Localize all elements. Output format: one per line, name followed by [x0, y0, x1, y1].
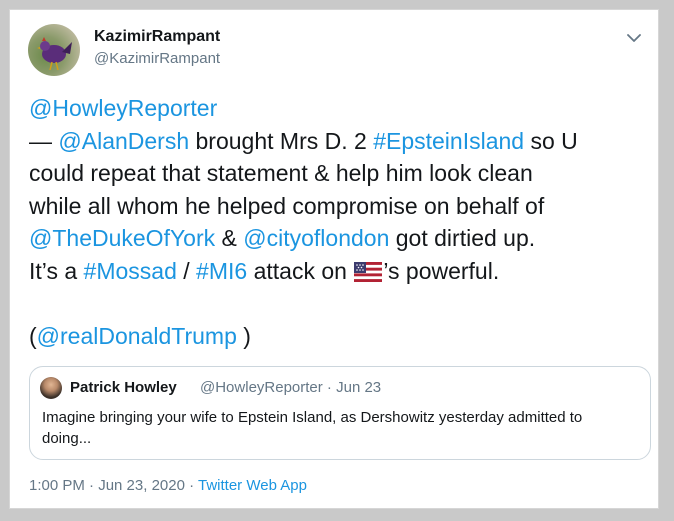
mention-cityoflondon[interactable]: @cityoflondon: [243, 225, 389, 251]
quoted-text-line: doing...: [42, 430, 92, 447]
text-run: /: [176, 257, 197, 284]
text-run: attack on: [247, 257, 354, 284]
mention-howleyreporter[interactable]: @HowleyReporter: [29, 95, 217, 121]
quoted-tweet[interactable]: Patrick Howley @HowleyReporter · Jun 23 …: [29, 366, 651, 460]
mention-realdonaldtrump[interactable]: @realDonaldTrump: [37, 323, 237, 349]
text-run: got dirtied up.: [389, 225, 536, 252]
hashtag-mi6[interactable]: #MI6: [196, 258, 247, 284]
tweet-timestamp[interactable]: 1:00 PM · Jun 23, 2020 ·: [29, 477, 198, 494]
tweet-line: @TheDukeOfYork & @cityoflondon got dirti…: [29, 222, 641, 255]
mention-alandersh[interactable]: @AlanDersh: [58, 128, 189, 154]
text-run: —: [29, 127, 59, 154]
mention-thedukeofyork[interactable]: @TheDukeOfYork: [29, 225, 215, 251]
tweet-card: KazimirRampant @KazimirRampant @HowleyRe…: [9, 9, 659, 509]
quoted-text-line: Imagine bringing your wife to Epstein Is…: [42, 409, 583, 426]
hashtag-mossad[interactable]: #Mossad: [84, 258, 177, 284]
text-run: brought Mrs D. 2: [189, 127, 374, 154]
rooster-image: [37, 37, 72, 71]
tweet-line: @HowleyReporter: [29, 92, 641, 125]
quoted-tweet-text: Imagine bringing your wife to Epstein Is…: [42, 407, 642, 449]
tweet-line: — @AlanDersh brought Mrs D. 2 #EpsteinIs…: [29, 125, 641, 158]
tweet-source-link[interactable]: Twitter Web App: [198, 477, 307, 494]
tweet-footer: 1:00 PM · Jun 23, 2020 · Twitter Web App: [29, 477, 307, 494]
author-handle[interactable]: @KazimirRampant: [94, 50, 220, 67]
quoted-author-avatar: [40, 377, 62, 399]
text-run: ’s powerful.: [383, 257, 500, 284]
hashtag-epsteinisland[interactable]: #EpsteinIsland: [373, 128, 524, 154]
text-run: (: [29, 323, 37, 350]
text-run: &: [215, 225, 244, 252]
text-run: ): [236, 323, 251, 350]
tweet-text: @HowleyReporter — @AlanDersh brought Mrs…: [29, 92, 641, 353]
chevron-down-icon[interactable]: [624, 28, 644, 48]
tweet-line: could repeat that statement & help him l…: [29, 160, 533, 187]
tweet-line: It’s a #Mossad / #MI6 attack on ’s power…: [29, 255, 641, 288]
tweet-line: while all whom he helped compromise on b…: [29, 192, 545, 219]
us-flag-icon: [354, 258, 383, 282]
quoted-author-name: Patrick Howley: [70, 379, 177, 396]
text-run: It’s a: [29, 257, 84, 284]
text-run: so U: [524, 127, 578, 154]
author-avatar[interactable]: [28, 24, 80, 76]
author-display-name[interactable]: KazimirRampant: [94, 28, 220, 46]
quoted-author-meta: @HowleyReporter · Jun 23: [200, 379, 382, 396]
tweet-line: (@realDonaldTrump ): [29, 320, 641, 353]
